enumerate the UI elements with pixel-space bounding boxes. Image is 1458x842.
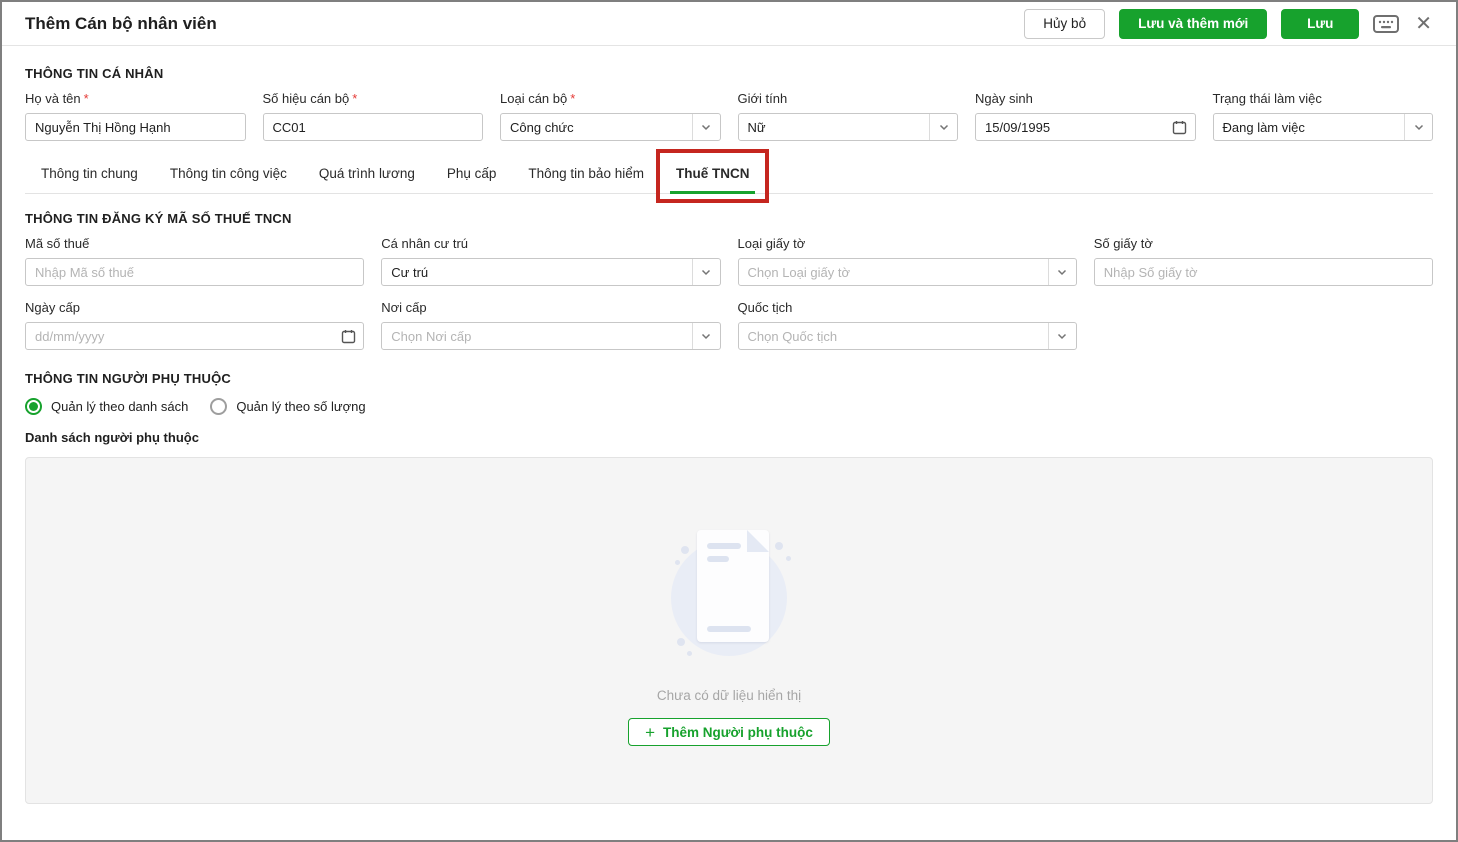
field-label: Loại giấy tờ [737,236,806,251]
required-asterisk: * [570,91,576,106]
calendar-icon [333,329,363,344]
field-employee-code: Số hiệu cán bộ * [262,91,483,141]
field-label: Giới tính [737,91,788,106]
nationality-select[interactable]: Chọn Quốc tịch [737,322,1077,350]
field-residency: Cá nhân cư trú Cư trú [381,236,721,286]
field-nationality: Quốc tịch Chọn Quốc tịch [737,300,1077,350]
header-actions: Hủy bỏ Lưu và thêm mới Lưu ✕ [1024,8,1434,39]
chevron-down-icon [1405,121,1432,133]
chevron-down-icon [1049,266,1076,278]
field-label: Họ và tên [25,91,81,106]
page-title: Thêm Cán bộ nhân viên [25,13,217,33]
field-label: Nơi cấp [381,300,427,315]
calendar-icon [1165,120,1195,135]
field-label: Số giấy tờ [1093,236,1153,251]
chevron-down-icon [930,121,957,133]
field-employee-type: Loại cán bộ * Công chức [500,91,721,141]
radio-manage-by-list[interactable]: Quản lý theo danh sách [25,398,188,415]
cancel-button[interactable]: Hủy bỏ [1024,8,1106,39]
tax-section-heading: THÔNG TIN ĐĂNG KÝ MÃ SỐ THUẾ TNCN [25,211,292,226]
chevron-down-icon [1049,330,1076,342]
employee-code-input[interactable] [262,113,483,141]
work-status-select[interactable]: Đang làm việc [1212,113,1433,141]
tab-thong-tin-bao-hiem[interactable]: Thông tin bảo hiểm [512,154,660,193]
empty-state-illustration [649,530,809,660]
empty-state-text: Chưa có dữ liệu hiển thị [656,688,802,703]
field-document-number: Số giấy tờ [1093,236,1433,286]
tab-qua-trinh-luong[interactable]: Quá trình lương [303,154,431,193]
modal-body: THÔNG TIN CÁ NHÂN Họ và tên* Số hiệu cán… [2,66,1456,804]
tab-thong-tin-chung[interactable]: Thông tin chung [25,154,154,193]
tax-fields-grid: Mã số thuế Cá nhân cư trú Cư trú Loại gi… [25,236,1433,350]
chevron-down-icon [693,330,720,342]
add-employee-modal: Thêm Cán bộ nhân viên Hủy bỏ Lưu và thêm… [0,0,1458,842]
chevron-down-icon [693,121,720,133]
empty-grid-cell [1094,300,1433,350]
field-work-status: Trạng thái làm việc Đang làm việc [1212,91,1433,141]
required-asterisk: * [83,91,89,106]
radio-unselected-icon [210,398,228,415]
full-name-input[interactable] [25,113,246,141]
document-number-input[interactable] [1093,258,1433,286]
issue-date-picker[interactable]: dd/mm/yyyy [25,322,365,350]
field-label: Số hiệu cán bộ [262,91,350,106]
tax-code-input[interactable] [25,258,365,286]
keyboard-shortcut-icon[interactable] [1373,14,1400,33]
field-birth-date: Ngày sinh 15/09/1995 [975,91,1196,141]
gender-select[interactable]: Nữ [737,113,958,141]
radio-manage-by-count[interactable]: Quản lý theo số lượng [210,398,366,415]
tab-thong-tin-cong-viec[interactable]: Thông tin công việc [154,154,303,193]
employee-type-select[interactable]: Công chức [500,113,721,141]
field-label: Cá nhân cư trú [381,236,468,251]
field-tax-code: Mã số thuế [25,236,365,286]
field-document-type: Loại giấy tờ Chọn Loại giấy tờ [737,236,1077,286]
dependents-list-label: Danh sách người phụ thuộc [25,430,199,445]
tab-thue-tncn[interactable]: Thuế TNCN [655,149,770,203]
field-label: Ngày cấp [25,300,80,315]
required-asterisk: * [352,91,358,106]
field-label: Quốc tịch [737,300,793,315]
field-issue-date: Ngày cấp dd/mm/yyyy [25,300,365,350]
field-full-name: Họ và tên * [25,91,246,141]
field-issue-place: Nơi cấp Chọn Nơi cấp [381,300,721,350]
document-icon [697,530,769,642]
close-icon[interactable]: ✕ [1413,12,1434,36]
field-label: Loại cán bộ [500,91,568,106]
field-gender: Giới tính Nữ [737,91,958,141]
dependents-section-heading: THÔNG TIN NGƯỜI PHỤ THUỘC [25,371,231,386]
residency-select[interactable]: Cư trú [381,258,721,286]
personal-fields-row: Họ và tên* Số hiệu cán bộ* Loại cán bộ* … [25,91,1433,141]
save-button[interactable]: Lưu [1281,8,1360,39]
field-label: Mã số thuế [25,236,90,251]
dependents-empty-panel: Chưa có dữ liệu hiển thị + Thêm Người ph… [25,457,1433,804]
modal-header: Thêm Cán bộ nhân viên Hủy bỏ Lưu và thêm… [2,2,1456,46]
plus-icon: + [645,722,656,742]
detail-tabs: Thông tin chung Thông tin công việc Quá … [25,149,1433,203]
add-dependent-button[interactable]: + Thêm Người phụ thuộc [628,718,830,746]
field-label: Trạng thái làm việc [1212,91,1322,106]
save-and-new-button[interactable]: Lưu và thêm mới [1119,8,1268,39]
dependents-mode-radio-group: Quản lý theo danh sách Quản lý theo số l… [25,398,1433,415]
chevron-down-icon [693,266,720,278]
personal-section-heading: THÔNG TIN CÁ NHÂN [25,66,164,81]
field-label: Ngày sinh [975,91,1033,106]
issue-place-select[interactable]: Chọn Nơi cấp [381,322,721,350]
tab-phu-cap[interactable]: Phụ cấp [431,154,513,193]
active-tab-underline [669,191,756,194]
radio-selected-icon [25,398,42,415]
birth-date-picker[interactable]: 15/09/1995 [975,113,1196,141]
document-type-select[interactable]: Chọn Loại giấy tờ [737,258,1077,286]
